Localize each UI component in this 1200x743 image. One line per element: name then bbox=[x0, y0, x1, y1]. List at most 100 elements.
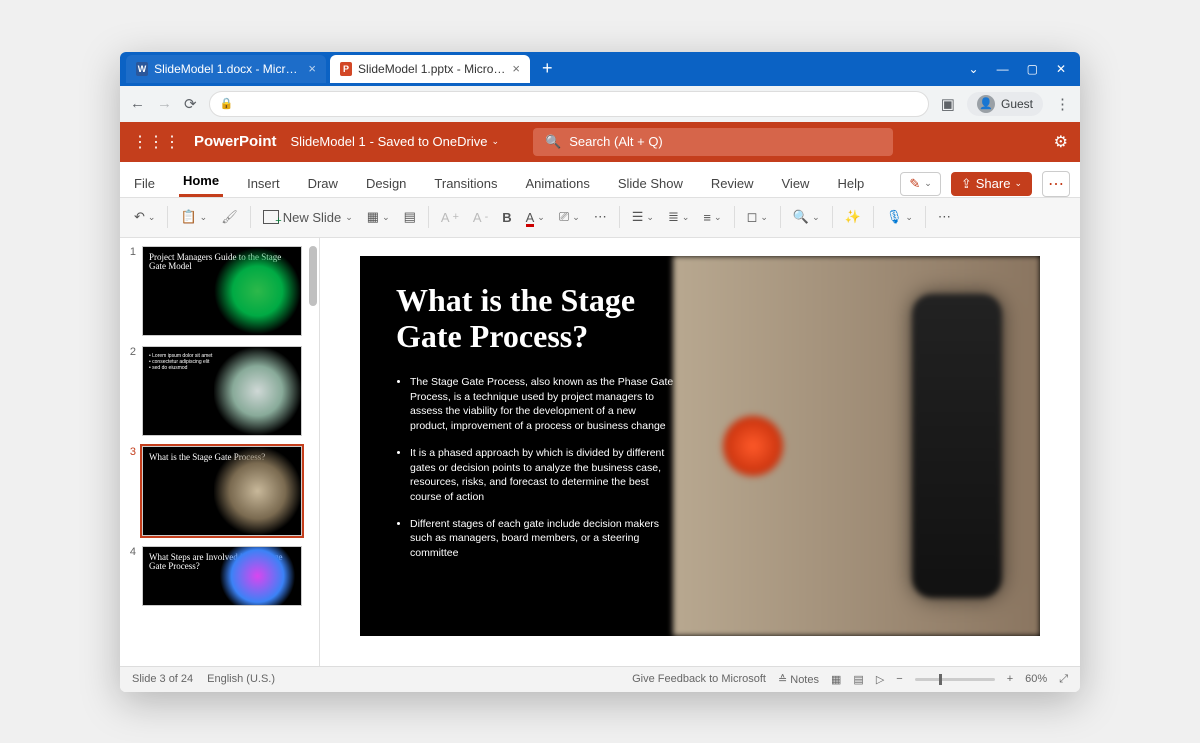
browser-window: W SlideModel 1.docx - Microsoft W × P Sl… bbox=[120, 52, 1080, 692]
app-name: PowerPoint bbox=[194, 133, 277, 150]
thumb-number: 1 bbox=[126, 246, 136, 258]
profile-button[interactable]: 👤 Guest bbox=[967, 92, 1043, 116]
doc-name: SlideModel 1 bbox=[291, 134, 366, 149]
slide-thumb-2[interactable]: • Lorem ipsum dolor sit amet• consectetu… bbox=[142, 346, 302, 436]
dictate-button[interactable]: 🎙⌄ bbox=[882, 207, 917, 227]
minimize-button[interactable]: ― bbox=[997, 62, 1009, 76]
zoom-level[interactable]: 60% bbox=[1025, 673, 1047, 685]
reload-button[interactable]: ⟳ bbox=[184, 95, 197, 113]
find-button[interactable]: 🔍⌄ bbox=[789, 207, 824, 227]
tab-insert[interactable]: Insert bbox=[243, 176, 284, 197]
new-tab-button[interactable]: + bbox=[534, 58, 561, 79]
search-icon: 🔍 bbox=[545, 134, 561, 150]
designer-button[interactable]: ✨ bbox=[841, 207, 865, 227]
thumb-number: 4 bbox=[126, 546, 136, 558]
browser-tab-word[interactable]: W SlideModel 1.docx - Microsoft W × bbox=[126, 55, 326, 83]
tab-slideshow[interactable]: Slide Show bbox=[614, 176, 687, 197]
fit-to-window-icon[interactable]: ⤢ bbox=[1059, 673, 1068, 686]
notes-button[interactable]: ≙ Notes bbox=[778, 673, 819, 686]
slideshow-view-icon[interactable]: ▷ bbox=[876, 673, 884, 686]
close-button[interactable]: ✕ bbox=[1056, 62, 1066, 76]
feedback-link[interactable]: Give Feedback to Microsoft bbox=[632, 673, 766, 685]
share-button[interactable]: ⇪Share⌄ bbox=[951, 172, 1032, 196]
browser-tab-powerpoint[interactable]: P SlideModel 1.pptx - Microsoft Po × bbox=[330, 55, 530, 83]
app-launcher-icon[interactable]: ⋮⋮⋮ bbox=[132, 132, 180, 152]
sorter-view-icon[interactable]: ▤ bbox=[853, 673, 863, 686]
highlight-button[interactable]: ⎚⌄ bbox=[555, 207, 584, 227]
slide-thumb-3[interactable]: What is the Stage Gate Process? bbox=[142, 446, 302, 536]
zoom-in-button[interactable]: + bbox=[1007, 673, 1013, 685]
maximize-button[interactable]: ▢ bbox=[1027, 62, 1038, 76]
font-size-up-button[interactable]: A+ bbox=[437, 208, 463, 227]
more-button[interactable]: ⋯ bbox=[1042, 171, 1070, 197]
guest-label: Guest bbox=[1001, 97, 1033, 111]
bullet-item[interactable]: Different stages of each gate include de… bbox=[410, 517, 676, 561]
font-size-down-button[interactable]: A- bbox=[469, 208, 492, 227]
close-icon[interactable]: × bbox=[308, 61, 316, 76]
tab-animations[interactable]: Animations bbox=[522, 176, 594, 197]
settings-icon[interactable]: ⚙ bbox=[1054, 132, 1068, 152]
browser-titlebar: W SlideModel 1.docx - Microsoft W × P Sl… bbox=[120, 52, 1080, 86]
search-placeholder: Search (Alt + Q) bbox=[569, 134, 663, 149]
window-controls: ⌄ ― ▢ ✕ bbox=[969, 62, 1074, 76]
slide-title[interactable]: What is the Stage Gate Process? bbox=[396, 282, 656, 356]
align-button[interactable]: ≡⌄ bbox=[699, 208, 725, 227]
browser-menu-icon[interactable]: ⋮ bbox=[1055, 95, 1070, 113]
document-title[interactable]: SlideModel 1 - Saved to OneDrive ⌄ bbox=[291, 134, 500, 149]
tab-view[interactable]: View bbox=[778, 176, 814, 197]
app-header: ⋮⋮⋮ PowerPoint SlideModel 1 - Saved to O… bbox=[120, 122, 1080, 162]
address-bar[interactable]: 🔒 bbox=[209, 91, 929, 117]
workspace: 1 Project Managers Guide to the Stage Ga… bbox=[120, 238, 1080, 666]
slide-thumb-1[interactable]: Project Managers Guide to the Stage Gate… bbox=[142, 246, 302, 336]
slide-canvas-area[interactable]: What is the Stage Gate Process? The Stag… bbox=[320, 238, 1080, 666]
chevron-down-icon: ⌄ bbox=[491, 136, 499, 147]
new-slide-button[interactable]: +New Slide⌄ bbox=[259, 208, 357, 227]
slide-thumbnail-panel[interactable]: 1 Project Managers Guide to the Stage Ga… bbox=[120, 238, 320, 666]
chevron-down-icon: ⌄ bbox=[1014, 178, 1022, 189]
undo-button[interactable]: ↶⌄ bbox=[130, 207, 159, 227]
paste-button[interactable]: 📋⌄ bbox=[176, 207, 211, 227]
slide-bullet-list[interactable]: The Stage Gate Process, also known as th… bbox=[396, 375, 676, 561]
slide-counter[interactable]: Slide 3 of 24 bbox=[132, 673, 193, 685]
more-font-button[interactable]: ⋯ bbox=[590, 207, 611, 227]
browser-navbar: ← → ⟳ 🔒 ▣ 👤 Guest ⋮ bbox=[120, 86, 1080, 122]
search-input[interactable]: 🔍 Search (Alt + Q) bbox=[533, 128, 893, 156]
shapes-button[interactable]: ◻⌄ bbox=[743, 207, 772, 227]
close-icon[interactable]: × bbox=[512, 61, 520, 76]
tab-draw[interactable]: Draw bbox=[304, 176, 342, 197]
forward-button[interactable]: → bbox=[157, 95, 172, 112]
tab-file[interactable]: File bbox=[130, 176, 159, 197]
bullet-item[interactable]: It is a phased approach by which is divi… bbox=[410, 446, 676, 505]
scrollbar-thumb[interactable] bbox=[309, 246, 317, 306]
layout-button[interactable]: ▦⌄ bbox=[363, 207, 394, 227]
format-painter-button[interactable]: 🖌 bbox=[217, 207, 242, 227]
chevron-down-icon[interactable]: ⌄ bbox=[969, 62, 979, 76]
numbering-button[interactable]: ≣⌄ bbox=[664, 207, 693, 227]
thumb-number: 2 bbox=[126, 346, 136, 358]
zoom-slider[interactable] bbox=[915, 678, 995, 681]
status-bar: Slide 3 of 24 English (U.S.) Give Feedba… bbox=[120, 666, 1080, 692]
home-toolbar: ↶⌄ 📋⌄ 🖌 +New Slide⌄ ▦⌄ ▤ A+ A- B A⌄ ⎚⌄ ⋯… bbox=[120, 198, 1080, 238]
tab-review[interactable]: Review bbox=[707, 176, 758, 197]
tab-home[interactable]: Home bbox=[179, 173, 223, 197]
language-indicator[interactable]: English (U.S.) bbox=[207, 673, 275, 685]
current-slide[interactable]: What is the Stage Gate Process? The Stag… bbox=[360, 256, 1040, 636]
editing-mode-button[interactable]: ✎⌄ bbox=[900, 172, 940, 196]
back-button[interactable]: ← bbox=[130, 95, 145, 112]
bold-button[interactable]: B bbox=[498, 208, 515, 227]
bullets-button[interactable]: ☰⌄ bbox=[628, 207, 658, 227]
toolbar-overflow-button[interactable]: ⋯ bbox=[934, 207, 955, 227]
pen-icon: ✎ bbox=[909, 176, 920, 192]
bullet-item[interactable]: The Stage Gate Process, also known as th… bbox=[410, 375, 676, 434]
extensions-icon[interactable]: ▣ bbox=[941, 95, 955, 113]
tab-help[interactable]: Help bbox=[833, 176, 868, 197]
normal-view-icon[interactable]: ▦ bbox=[831, 673, 841, 686]
powerpoint-icon: P bbox=[340, 62, 352, 76]
reuse-slides-button[interactable]: ▤ bbox=[400, 207, 420, 227]
zoom-out-button[interactable]: − bbox=[896, 673, 902, 685]
font-color-button[interactable]: A⌄ bbox=[522, 208, 549, 227]
slide-thumb-4[interactable]: What Steps are Involved in the Stage Gat… bbox=[142, 546, 302, 606]
tab-transitions[interactable]: Transitions bbox=[430, 176, 501, 197]
tab-design[interactable]: Design bbox=[362, 176, 410, 197]
thumb-number: 3 bbox=[126, 446, 136, 458]
